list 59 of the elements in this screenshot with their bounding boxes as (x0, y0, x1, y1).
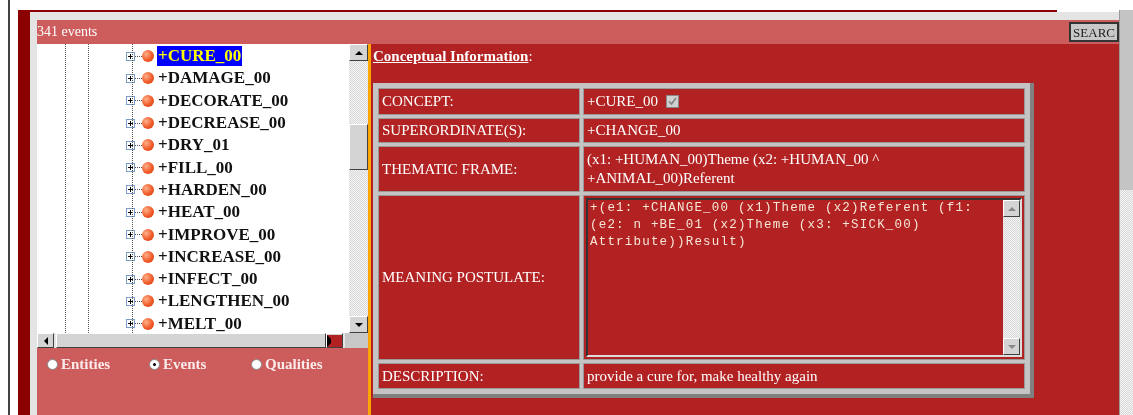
field-label: SUPERORDINATE(S): (378, 118, 580, 143)
expand-icon[interactable] (126, 163, 135, 173)
ball-icon (142, 94, 154, 107)
expand-icon[interactable] (126, 96, 135, 106)
field-label: CONCEPT: (378, 88, 580, 115)
tree-item[interactable]: +MELT_00 (157, 313, 243, 333)
ball-icon (142, 317, 154, 330)
search-button[interactable]: SEARC (1069, 22, 1119, 42)
tree-item[interactable]: +DECREASE_00 (157, 113, 287, 134)
expand-icon[interactable] (126, 296, 135, 306)
ball-icon (142, 183, 154, 196)
radio-button[interactable] (47, 359, 58, 370)
tree-item[interactable]: +FILL_00 (157, 157, 234, 178)
expand-icon[interactable] (126, 230, 135, 239)
field-value: +CHANGE_00 (587, 121, 681, 140)
field-label: THEMATIC FRAME: (378, 146, 580, 192)
event-count: 341 events (37, 24, 98, 40)
expand-icon[interactable] (126, 185, 135, 195)
tree-item[interactable]: +DRY_01 (157, 135, 231, 156)
tree-item[interactable]: +INFECT_00 (157, 269, 259, 290)
expand-icon[interactable] (126, 73, 135, 83)
tree-item[interactable]: +HEAT_00 (157, 202, 242, 223)
ball-icon (142, 273, 154, 286)
ball-icon (142, 295, 154, 308)
horizontal-scrollbar[interactable] (37, 333, 368, 348)
page-scrollbar[interactable] (1119, 10, 1133, 415)
expand-icon[interactable] (126, 140, 135, 150)
field-label: DESCRIPTION: (378, 363, 580, 389)
ball-icon (142, 228, 154, 241)
ball-icon (142, 206, 154, 219)
ball-icon (142, 50, 154, 63)
ball-icon (142, 161, 154, 174)
tree-item[interactable]: +IMPROVE_00 (157, 224, 277, 245)
tree-item[interactable]: +HARDEN_00 (157, 179, 268, 200)
ball-icon (142, 250, 154, 263)
expand-icon[interactable] (126, 274, 135, 284)
tree-item[interactable]: +LENGTHEN_00 (157, 291, 291, 312)
ball-icon (142, 139, 154, 152)
expand-icon[interactable] (126, 207, 135, 217)
tree-item[interactable]: +DAMAGE_00 (157, 68, 272, 89)
radio-button[interactable] (149, 359, 160, 370)
tree-item[interactable]: +DECORATE_00 (157, 90, 290, 111)
field-value: provide a cure for, make healthy again (587, 366, 818, 386)
expand-icon[interactable] (126, 51, 135, 61)
expand-icon[interactable] (126, 118, 135, 128)
section-heading: Conceptual Information: (373, 48, 533, 65)
field-value: (x1: +HUMAN_00)Theme (x2: +HUMAN_00 ^ +ANIMAL_00)Referent (587, 150, 881, 188)
expand-icon[interactable] (126, 252, 135, 262)
tree-item[interactable]: +INCREASE_00 (157, 246, 283, 267)
field-value: +CURE_00 (587, 93, 658, 110)
vertical-scrollbar[interactable] (349, 44, 368, 333)
tree-item[interactable]: +CURE_00 (157, 46, 243, 67)
postulate-field[interactable]: +(e1: +CHANGE_00 (x1)Theme (x2)Referent (f1: (e2: n +BE_01 (x2)Theme (x3: +SICK_00) Attribute))Result) (586, 198, 1022, 357)
radio-button[interactable] (251, 359, 262, 370)
ball-icon (142, 117, 154, 130)
ball-icon (142, 72, 154, 85)
expand-icon[interactable] (126, 319, 135, 329)
scrollbar[interactable] (1003, 200, 1020, 355)
field-label: MEANING POSTULATE: (378, 195, 580, 360)
